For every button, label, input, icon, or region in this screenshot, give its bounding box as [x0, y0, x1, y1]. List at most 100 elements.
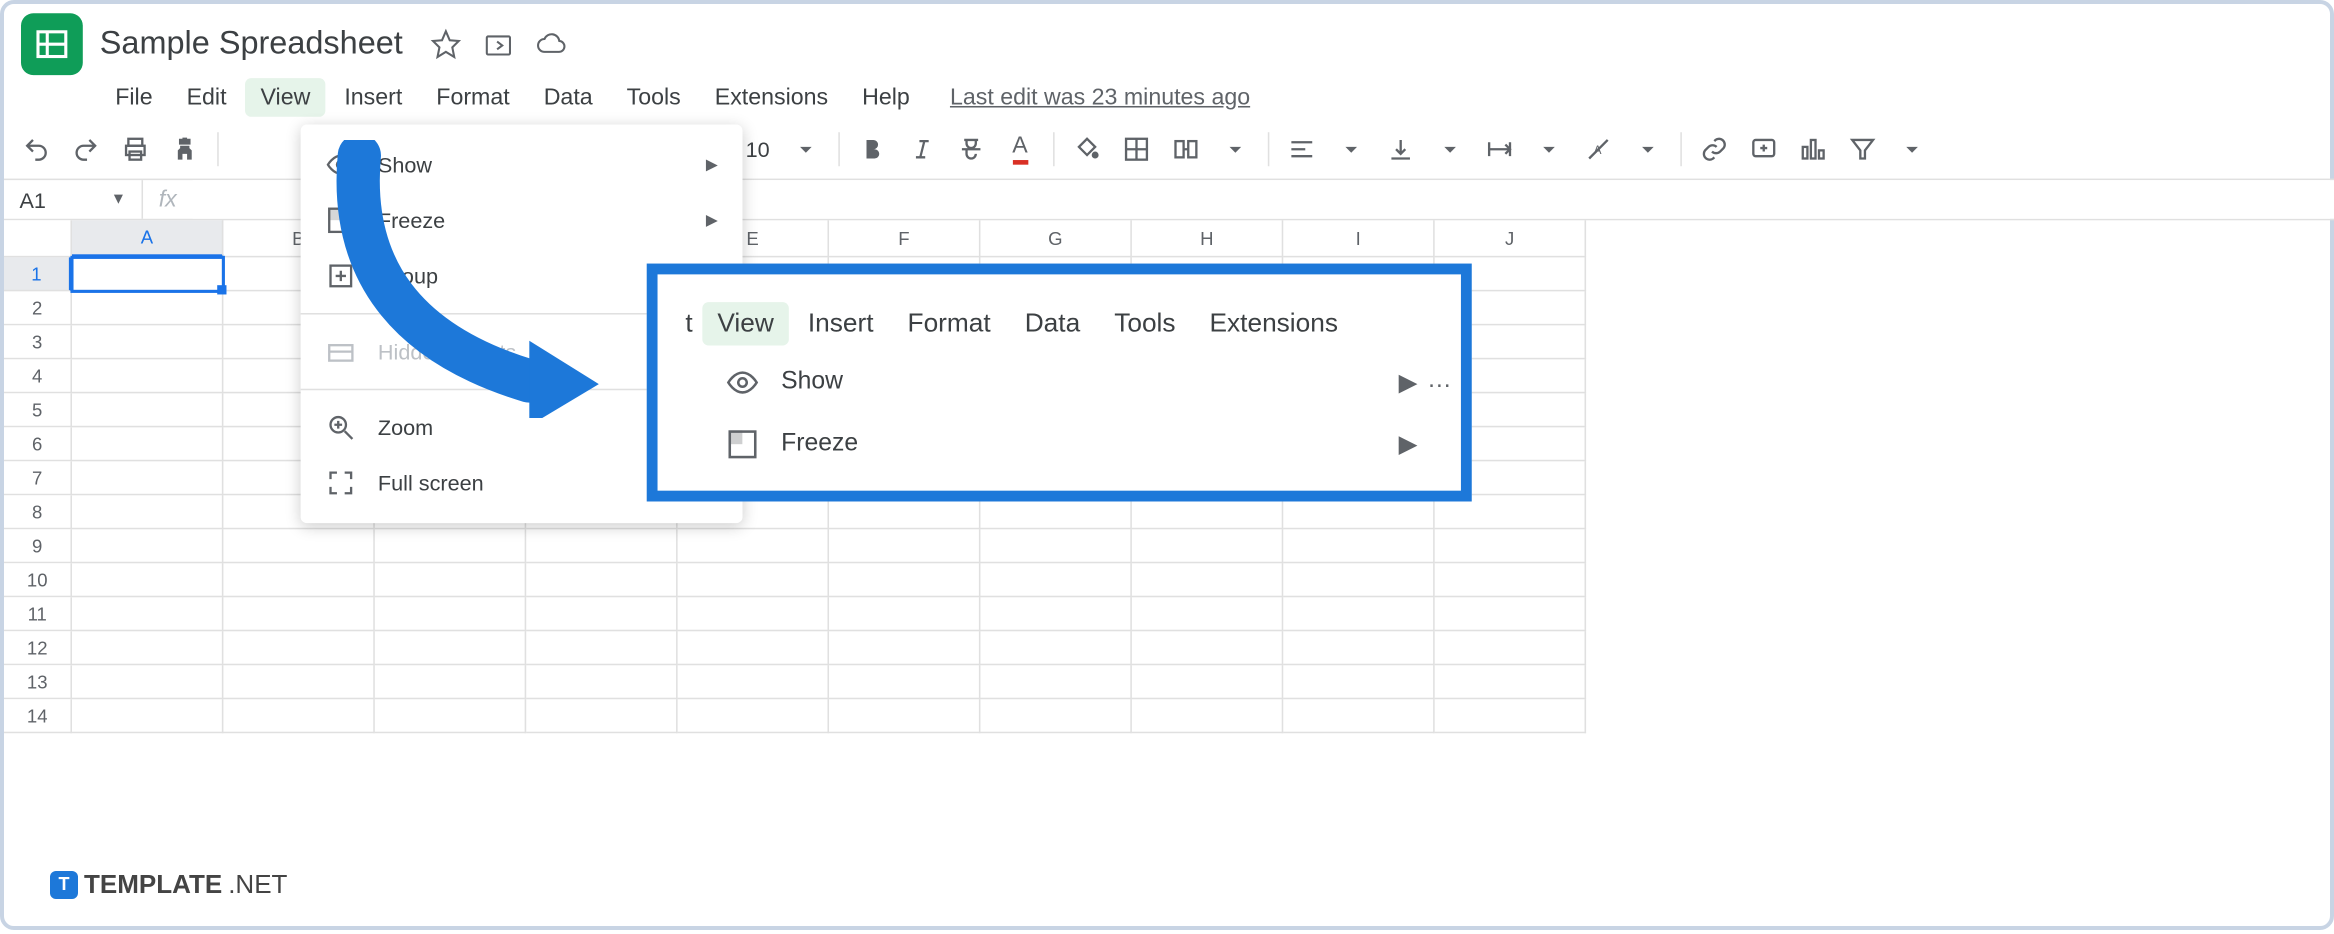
cell[interactable]: [72, 699, 223, 733]
filter-button[interactable]: [1839, 125, 1885, 171]
cell[interactable]: [1132, 563, 1283, 597]
cell[interactable]: [72, 597, 223, 631]
merge-dropdown[interactable]: [1212, 125, 1258, 171]
cell[interactable]: [829, 631, 980, 665]
cell[interactable]: [829, 597, 980, 631]
row-header[interactable]: 9: [4, 529, 72, 563]
halign-button[interactable]: [1278, 125, 1324, 171]
cell[interactable]: [72, 461, 223, 495]
cell[interactable]: [223, 597, 374, 631]
strikethrough-button[interactable]: [947, 125, 993, 171]
cell[interactable]: [72, 393, 223, 427]
cell[interactable]: [223, 529, 374, 563]
bold-button[interactable]: [848, 125, 894, 171]
cell[interactable]: [980, 665, 1131, 699]
row-header[interactable]: 2: [4, 291, 72, 325]
rotate-dropdown[interactable]: [1624, 125, 1670, 171]
cell[interactable]: [223, 631, 374, 665]
italic-button[interactable]: [898, 125, 944, 171]
menu-extensions[interactable]: Extensions: [699, 77, 843, 116]
select-all-corner[interactable]: [4, 220, 72, 257]
print-button[interactable]: [112, 125, 158, 171]
rotate-button[interactable]: A: [1575, 125, 1621, 171]
wrap-dropdown[interactable]: [1525, 125, 1571, 171]
row-header[interactable]: 13: [4, 665, 72, 699]
cell[interactable]: [1132, 665, 1283, 699]
menu-help[interactable]: Help: [847, 77, 926, 116]
text-color-button[interactable]: A: [997, 125, 1043, 171]
wrap-button[interactable]: [1476, 125, 1522, 171]
cell[interactable]: [375, 665, 526, 699]
cell[interactable]: [223, 665, 374, 699]
link-button[interactable]: [1690, 125, 1736, 171]
cell[interactable]: [526, 631, 677, 665]
cell[interactable]: [1435, 597, 1586, 631]
cell[interactable]: [223, 699, 374, 733]
row-header[interactable]: 5: [4, 393, 72, 427]
cell[interactable]: [526, 563, 677, 597]
cell[interactable]: [1283, 563, 1434, 597]
valign-dropdown[interactable]: [1426, 125, 1472, 171]
cell[interactable]: [980, 597, 1131, 631]
merge-button[interactable]: [1162, 125, 1208, 171]
row-header[interactable]: 3: [4, 325, 72, 359]
col-header[interactable]: J: [1435, 220, 1586, 257]
cell[interactable]: [829, 699, 980, 733]
cell[interactable]: [1132, 699, 1283, 733]
cell[interactable]: [678, 597, 829, 631]
row-header[interactable]: 11: [4, 597, 72, 631]
cell[interactable]: [980, 699, 1131, 733]
cell[interactable]: [980, 563, 1131, 597]
col-header[interactable]: F: [829, 220, 980, 257]
menu-tools[interactable]: Tools: [611, 77, 696, 116]
cell[interactable]: [1283, 665, 1434, 699]
view-menu-show[interactable]: Show▶: [301, 137, 743, 193]
cell[interactable]: [1283, 529, 1434, 563]
cell[interactable]: [1283, 699, 1434, 733]
cell[interactable]: [223, 563, 374, 597]
halign-dropdown[interactable]: [1327, 125, 1373, 171]
col-header[interactable]: I: [1283, 220, 1434, 257]
cell[interactable]: [678, 631, 829, 665]
row-header[interactable]: 8: [4, 495, 72, 529]
cell[interactable]: [980, 529, 1131, 563]
filter-dropdown[interactable]: [1888, 125, 1934, 171]
menu-edit[interactable]: Edit: [171, 77, 242, 116]
cell[interactable]: [375, 631, 526, 665]
borders-button[interactable]: [1113, 125, 1159, 171]
cell[interactable]: [375, 529, 526, 563]
cell[interactable]: [526, 597, 677, 631]
cell[interactable]: [1435, 665, 1586, 699]
col-header[interactable]: H: [1132, 220, 1283, 257]
cell[interactable]: [72, 563, 223, 597]
cell[interactable]: [72, 291, 223, 325]
font-size-dropdown[interactable]: [782, 125, 828, 171]
comment-button[interactable]: [1740, 125, 1786, 171]
row-header[interactable]: 10: [4, 563, 72, 597]
last-edit-link[interactable]: Last edit was 23 minutes ago: [950, 84, 1250, 110]
move-icon[interactable]: [483, 29, 514, 60]
name-box[interactable]: A1 ▼: [4, 180, 143, 219]
undo-button[interactable]: [13, 125, 59, 171]
col-header[interactable]: G: [980, 220, 1131, 257]
row-header[interactable]: 4: [4, 359, 72, 393]
cell[interactable]: [72, 257, 223, 291]
cell[interactable]: [1132, 529, 1283, 563]
row-header[interactable]: 7: [4, 461, 72, 495]
font-size-input[interactable]: 10: [736, 136, 779, 161]
cell[interactable]: [375, 699, 526, 733]
cell[interactable]: [1435, 529, 1586, 563]
doc-title[interactable]: Sample Spreadsheet: [87, 23, 415, 66]
cell[interactable]: [1132, 631, 1283, 665]
cell[interactable]: [72, 427, 223, 461]
cell[interactable]: [72, 631, 223, 665]
cell[interactable]: [72, 359, 223, 393]
cell[interactable]: [526, 699, 677, 733]
valign-button[interactable]: [1377, 125, 1423, 171]
redo-button[interactable]: [63, 125, 109, 171]
menu-insert[interactable]: Insert: [329, 77, 418, 116]
cell[interactable]: [1283, 631, 1434, 665]
fill-color-button[interactable]: [1063, 125, 1109, 171]
cell[interactable]: [829, 665, 980, 699]
cell[interactable]: [375, 563, 526, 597]
